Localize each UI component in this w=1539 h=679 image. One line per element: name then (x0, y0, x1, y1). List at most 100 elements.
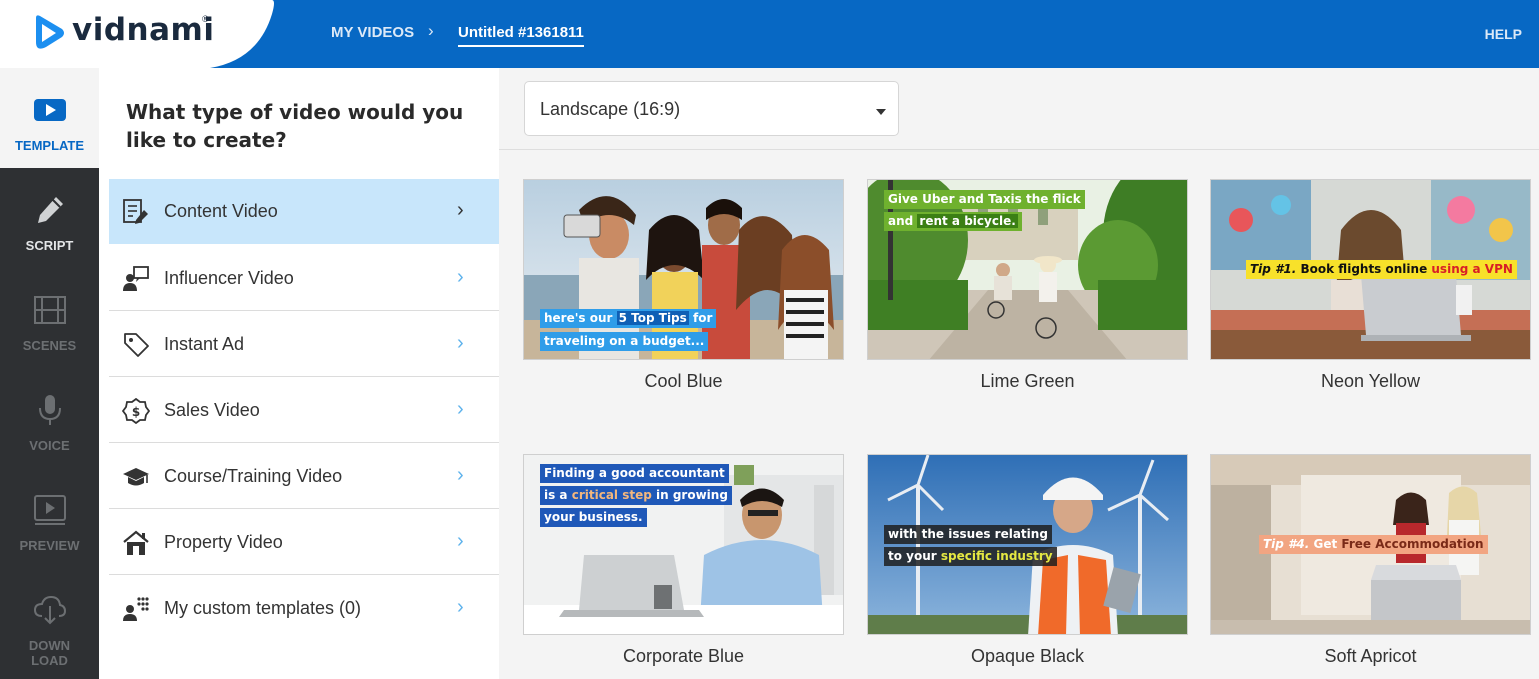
type-item-label: Influencer Video (164, 268, 294, 288)
caption-text: in growing (651, 488, 728, 502)
template-name: Lime Green (980, 371, 1075, 391)
template-name: Opaque Black (970, 646, 1085, 666)
template-caption: and rent a bicycle. (884, 212, 1022, 231)
template-name: Neon Yellow (1320, 371, 1421, 391)
breadcrumb-current-video[interactable]: Untitled #1361811 (458, 24, 584, 47)
rail-label-scenes: SCENES (22, 338, 77, 353)
chevron-right-icon: › (457, 332, 464, 354)
template-name: Corporate Blue (622, 646, 745, 666)
house-icon (123, 530, 149, 555)
caption-text: here's our (544, 311, 617, 325)
template-thumbnail[interactable]: Tip #1. Book flights online using a VPN (1210, 179, 1531, 360)
type-item-my-custom-templates[interactable]: My custom templates (0) › (109, 576, 499, 641)
template-caption: Give Uber and Taxis the flick (884, 190, 1085, 209)
rail-label-script: SCRIPT (25, 238, 74, 253)
logo-text: vidnami (72, 12, 215, 48)
svg-text:$: $ (132, 405, 140, 419)
caption-highlight: using a VPN (1431, 262, 1513, 276)
breadcrumb-my-videos[interactable]: MY VIDEOS (331, 24, 414, 41)
type-item-sales-video[interactable]: $ Sales Video › (109, 378, 499, 443)
type-item-instant-ad[interactable]: Instant Ad › (109, 312, 499, 377)
rail-item-download[interactable]: DOWN LOAD (0, 568, 99, 679)
chevron-right-icon: › (457, 398, 464, 420)
chevron-right-icon: › (457, 530, 464, 552)
vidnami-logo-icon (36, 15, 64, 49)
rail-label-voice: VOICE (29, 438, 70, 453)
preview-screen-icon (34, 495, 66, 525)
panel-title: What type of video would you like to cre… (126, 100, 464, 152)
top-header: vidnami ® MY VIDEOS › Untitled #1361811 … (0, 0, 1539, 68)
template-caption: traveling on a budget... (540, 332, 709, 351)
chevron-right-icon: › (457, 464, 464, 486)
chevron-right-icon: › (457, 596, 464, 618)
rail-label-download-line1: DOWN (28, 638, 71, 653)
custom-templates-icon (123, 597, 149, 621)
film-strip-icon (34, 296, 66, 324)
caption-text: to your (888, 549, 941, 563)
caption-text: Tip #4. (1263, 537, 1314, 551)
type-item-influencer-video[interactable]: Influencer Video › (109, 246, 499, 311)
template-thumbnail[interactable]: here's our 5 Top Tips for traveling on a… (523, 179, 844, 360)
template-caption: Finding a good accountant (540, 464, 729, 483)
rail-item-preview[interactable]: PREVIEW (0, 468, 99, 568)
microphone-icon (39, 395, 61, 425)
template-caption: is a critical step in growing (540, 486, 732, 505)
breadcrumb-separator: › (428, 21, 434, 40)
chevron-right-icon: › (457, 199, 464, 221)
type-item-label: Sales Video (164, 400, 260, 420)
caption-text: Tip #1. (1250, 262, 1301, 276)
gallery-toolbar: Landscape (16:9) (499, 68, 1539, 150)
engineer-wind-turbines-image (868, 455, 1187, 634)
caption-highlight: 5 Top Tips (616, 311, 689, 325)
aspect-ratio-value: Landscape (16:9) (540, 99, 681, 119)
aspect-ratio-select[interactable]: Landscape (16:9) (524, 81, 899, 136)
template-caption: with the issues relating (884, 525, 1052, 544)
play-icon (34, 99, 66, 121)
caption-highlight: Free Accommodation (1341, 537, 1484, 551)
caption-text: Get (1313, 537, 1342, 551)
template-thumbnail[interactable]: Tip #4. Get Free Accommodation (1210, 454, 1531, 635)
caption-highlight: specific industry (940, 549, 1053, 563)
type-item-label: My custom templates (0) (164, 598, 362, 618)
type-item-label: Instant Ad (164, 334, 245, 354)
template-thumbnail[interactable]: Give Uber and Taxis the flick and rent a… (867, 179, 1188, 360)
rail-item-voice[interactable]: VOICE (0, 368, 99, 468)
logo[interactable]: vidnami ® (0, 0, 290, 68)
graduation-cap-icon (123, 468, 149, 486)
video-type-panel: What type of video would you like to cre… (99, 68, 499, 679)
template-gallery: Landscape (16:9) here's our 5 Top Tips f… (499, 68, 1539, 679)
rail-label-download: DOWN LOAD (0, 638, 99, 668)
template-caption: here's our 5 Top Tips for (540, 309, 717, 328)
pencil-icon (38, 197, 63, 223)
template-thumbnail[interactable]: Finding a good accountant is a critical … (523, 454, 844, 635)
template-thumbnail[interactable]: with the issues relating to your specifi… (867, 454, 1188, 635)
type-item-content-video[interactable]: Content Video › (109, 179, 499, 244)
dollar-badge-icon: $ (122, 398, 150, 424)
left-rail: TEMPLATE SCRIPT SCENES VOICE PREVIEW DOW… (0, 68, 99, 679)
template-caption: Tip #1. Book flights online using a VPN (1246, 260, 1517, 279)
rail-label-download-line2: LOAD (31, 653, 68, 668)
caption-text: is a (544, 488, 572, 502)
document-pencil-icon (123, 199, 148, 224)
template-name: Cool Blue (644, 371, 723, 391)
caret-down-icon (876, 109, 886, 115)
logo-registered-mark: ® (202, 14, 209, 24)
rail-item-template[interactable]: TEMPLATE (0, 68, 99, 168)
type-item-label: Property Video (164, 532, 283, 552)
template-caption: Tip #4. Get Free Accommodation (1259, 535, 1488, 554)
chevron-right-icon: › (457, 266, 464, 288)
template-caption: your business. (540, 508, 647, 527)
type-item-property-video[interactable]: Property Video › (109, 510, 499, 575)
rail-label-preview: PREVIEW (19, 538, 80, 553)
type-item-course-training-video[interactable]: Course/Training Video › (109, 444, 499, 509)
template-caption: to your specific industry (884, 547, 1057, 566)
caption-text: and (888, 214, 918, 228)
rail-item-scenes[interactable]: SCENES (0, 268, 99, 368)
influencer-icon (123, 266, 149, 291)
tag-icon (124, 333, 149, 357)
caption-text: for (688, 311, 713, 325)
rail-item-script[interactable]: SCRIPT (0, 168, 99, 268)
help-link[interactable]: HELP (1485, 26, 1522, 42)
template-name: Soft Apricot (1324, 646, 1417, 666)
type-item-label: Content Video (164, 201, 278, 221)
